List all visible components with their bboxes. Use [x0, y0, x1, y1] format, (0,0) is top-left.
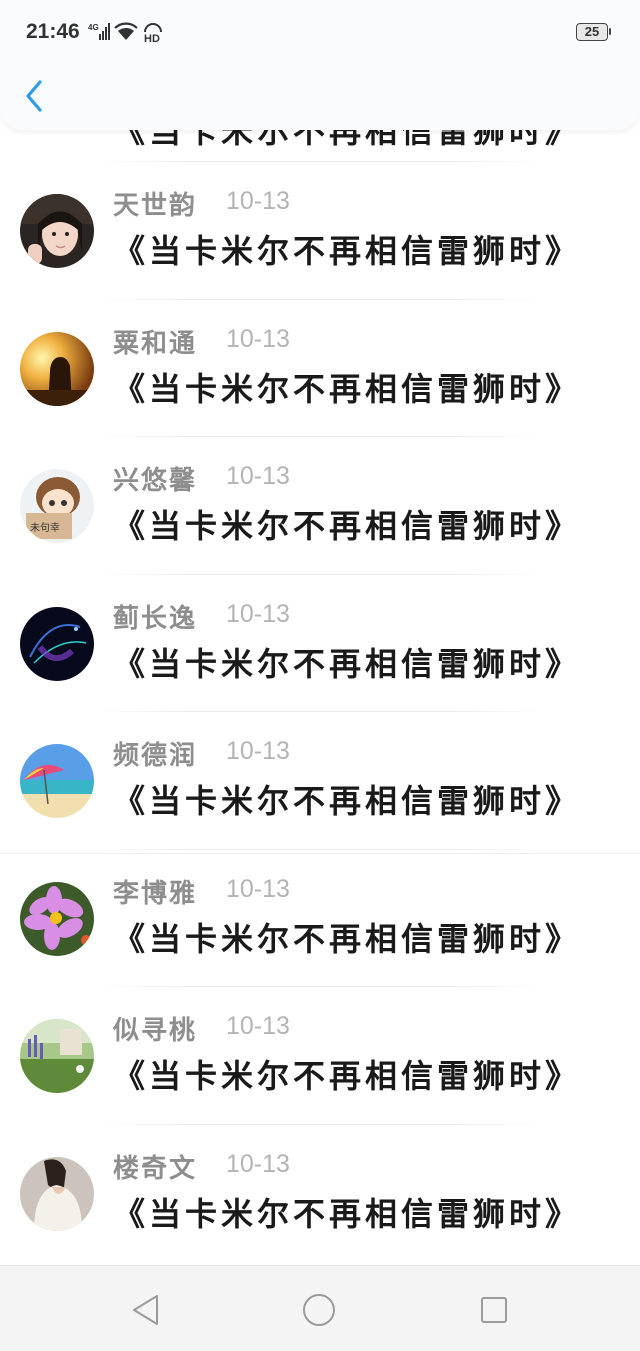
comment-date: 10-13: [226, 462, 290, 490]
comment-date: 10-13: [226, 599, 290, 628]
back-button[interactable]: [18, 76, 52, 116]
avatar[interactable]: [20, 194, 94, 268]
commenter-name[interactable]: 天世韵: [113, 185, 197, 222]
commenter-name[interactable]: 似寻桃: [113, 1010, 197, 1047]
divider: [0, 853, 640, 854]
network-label: 4G: [88, 23, 99, 32]
battery-icon: 25: [576, 23, 611, 41]
nav-back-button[interactable]: [130, 1293, 164, 1327]
comment-date: 10-13: [226, 324, 290, 353]
svg-text:未句幸: 未句幸: [30, 521, 60, 534]
chevron-left-icon: [26, 80, 42, 112]
nav-home-button[interactable]: [302, 1293, 336, 1327]
list-item[interactable]: 频德润 10-13 《当卡米尔不再相信雷狮时》: [0, 712, 640, 850]
circle-home-icon: [303, 1294, 335, 1326]
commenter-name[interactable]: 粟和通: [113, 323, 197, 360]
screen: 21:46 4G HD 25 《当卡米尔不再相信雷狮时》 天世韵 10-13 《…: [0, 0, 640, 1351]
comment-message: 《当卡米尔不再相信雷狮时》: [113, 1057, 582, 1095]
status-time: 21:46: [26, 20, 80, 43]
avatar[interactable]: [20, 744, 94, 818]
square-recent-icon: [481, 1297, 507, 1323]
avatar[interactable]: [20, 606, 94, 681]
comment-message: 《当卡米尔不再相信雷狮时》: [113, 1194, 582, 1233]
avatar[interactable]: [20, 1156, 94, 1231]
bottom-nav: [0, 1265, 640, 1351]
avatar[interactable]: [20, 881, 94, 956]
comment-date: 10-13: [226, 187, 290, 215]
list-item[interactable]: 李博雅 10-13 《当卡米尔不再相信雷狮时》: [0, 850, 640, 987]
comment-message: 《当卡米尔不再相信雷狮时》: [113, 232, 582, 270]
comment-message: 《当卡米尔不再相信雷狮时》: [113, 919, 582, 958]
comment-date: 10-13: [226, 737, 290, 765]
hd-icon: HD: [144, 23, 162, 44]
comment-date: 10-13: [226, 1149, 290, 1178]
comment-list: 《当卡米尔不再相信雷狮时》 天世韵 10-13 《当卡米尔不再相信雷狮时》 粟和…: [0, 96, 640, 1262]
commenter-name[interactable]: 楼奇文: [113, 1148, 197, 1185]
status-bar: 21:46 4G HD 25: [0, 0, 640, 66]
commenter-name[interactable]: 蓟长逸: [113, 598, 197, 635]
header: 21:46 4G HD 25: [0, 0, 640, 130]
comment-message: 《当卡米尔不再相信雷狮时》: [113, 369, 582, 408]
list-item[interactable]: 粟和通 10-13 《当卡米尔不再相信雷狮时》: [0, 300, 640, 437]
comment-message: 《当卡米尔不再相信雷狮时》: [113, 782, 582, 820]
avatar[interactable]: [20, 331, 94, 406]
avatar[interactable]: [20, 1019, 94, 1093]
commenter-name[interactable]: 李博雅: [113, 873, 197, 910]
list-item[interactable]: 天世韵 10-13 《当卡米尔不再相信雷狮时》: [0, 162, 640, 300]
list-item[interactable]: 未句幸 兴悠馨 10-13 《当卡米尔不再相信雷狮时》: [0, 437, 640, 575]
hd-label: HD: [144, 33, 160, 44]
list-item[interactable]: 楼奇文 10-13 《当卡米尔不再相信雷狮时》: [0, 1125, 640, 1263]
wifi-icon: [114, 22, 138, 40]
comment-date: 10-13: [226, 874, 290, 903]
triangle-back-icon: [133, 1295, 158, 1325]
comment-message: 《当卡米尔不再相信雷狮时》: [113, 507, 582, 545]
nav-recent-button[interactable]: [477, 1293, 511, 1327]
signal-icon: 4G: [88, 23, 110, 40]
list-item[interactable]: 似寻桃 10-13 《当卡米尔不再相信雷狮时》: [0, 987, 640, 1125]
comment-date: 10-13: [226, 1012, 290, 1040]
comment-message: 《当卡米尔不再相信雷狮时》: [113, 644, 582, 683]
list-item[interactable]: 蓟长逸 10-13 《当卡米尔不再相信雷狮时》: [0, 575, 640, 712]
avatar[interactable]: 未句幸: [20, 469, 94, 543]
battery-level: 25: [576, 23, 608, 41]
commenter-name[interactable]: 兴悠馨: [113, 460, 197, 497]
commenter-name[interactable]: 频德润: [113, 735, 197, 772]
